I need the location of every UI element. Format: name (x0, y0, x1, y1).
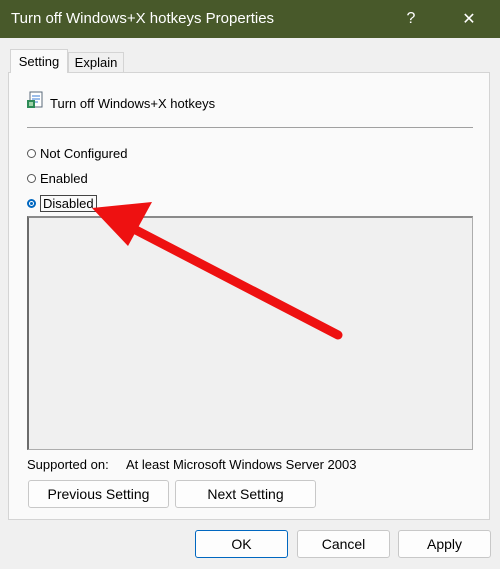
help-button[interactable]: ? (388, 0, 434, 38)
separator (27, 127, 473, 128)
window-title: Turn off Windows+X hotkeys Properties (11, 10, 275, 27)
previous-setting-button[interactable]: Previous Setting (28, 480, 169, 508)
radio-label-disabled: Disabled (40, 195, 97, 212)
radio-label-not-configured: Not Configured (40, 146, 128, 161)
radio-not-configured[interactable]: Not Configured (27, 146, 127, 161)
close-icon: ✕ (462, 11, 476, 28)
close-button[interactable]: ✕ (446, 0, 492, 38)
supported-on-label: Supported on: (27, 457, 109, 472)
radio-button-icon[interactable] (27, 149, 36, 158)
apply-button[interactable]: Apply (398, 530, 491, 558)
tab-setting[interactable]: Setting (10, 49, 68, 73)
ok-button[interactable]: OK (195, 530, 288, 558)
policy-name: Turn off Windows+X hotkeys (50, 96, 216, 111)
radio-label-enabled: Enabled (40, 171, 88, 186)
title-bar: Turn off Windows+X hotkeys Properties ? … (0, 0, 500, 38)
supported-on-value: At least Microsoft Windows Server 2003 (126, 457, 357, 472)
help-icon: ? (406, 10, 416, 27)
policy-setting-icon (27, 91, 43, 108)
cancel-button[interactable]: Cancel (297, 530, 390, 558)
radio-enabled[interactable]: Enabled (27, 171, 88, 186)
tab-explain[interactable]: Explain (68, 52, 124, 73)
radio-disabled[interactable]: Disabled (27, 195, 97, 212)
radio-button-icon[interactable] (27, 174, 36, 183)
next-setting-button[interactable]: Next Setting (175, 480, 316, 508)
options-panel (27, 216, 473, 450)
radio-selected-icon[interactable] (27, 199, 36, 208)
